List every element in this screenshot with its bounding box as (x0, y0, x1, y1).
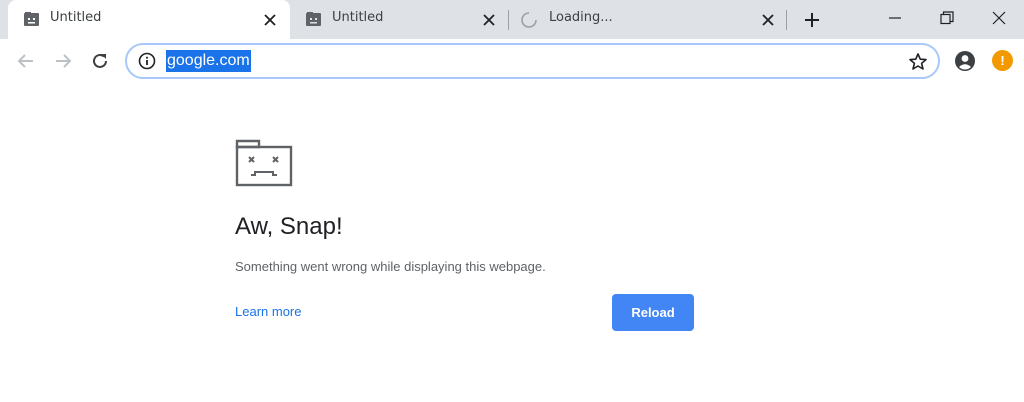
tab-title: Untitled (50, 10, 102, 25)
minimize-button[interactable] (872, 0, 918, 34)
restore-button[interactable] (924, 0, 970, 34)
back-button[interactable] (14, 49, 38, 73)
sad-page-icon (23, 11, 40, 28)
sad-page-icon (305, 11, 322, 28)
url-text[interactable]: google.com (166, 50, 251, 72)
tab-untitled-2[interactable]: Untitled (290, 0, 508, 39)
new-tab-button[interactable] (801, 9, 823, 31)
loading-spinner-icon (520, 11, 537, 28)
toolbar: google.com ! (0, 39, 1024, 83)
address-bar[interactable]: google.com (125, 43, 940, 79)
tab-title: Untitled (332, 10, 384, 25)
close-icon (992, 11, 1006, 25)
update-alert-icon[interactable]: ! (992, 50, 1013, 71)
learn-more-link[interactable]: Learn more (235, 304, 301, 319)
close-icon[interactable] (262, 12, 278, 28)
restore-icon (940, 11, 954, 25)
tab-untitled-1[interactable]: Untitled (8, 0, 290, 39)
error-message: Something went wrong while displaying th… (235, 259, 546, 274)
tab-title: Loading... (549, 10, 613, 25)
tab-loading[interactable]: Loading... (509, 0, 786, 39)
refresh-icon (93, 53, 107, 68)
tab-strip: Untitled Untitled Loading... (0, 0, 1024, 39)
error-title: Aw, Snap! (235, 213, 343, 240)
tab-separator (786, 10, 787, 30)
close-icon[interactable] (760, 12, 776, 28)
minimize-icon (889, 17, 901, 19)
back-arrow-icon (17, 54, 33, 68)
bookmark-star-icon[interactable] (908, 52, 928, 72)
reload-button[interactable]: Reload (612, 294, 694, 331)
close-window-button[interactable] (976, 0, 1022, 34)
profile-avatar-icon[interactable] (953, 49, 977, 73)
forward-arrow-icon (56, 54, 72, 68)
info-icon[interactable] (138, 52, 156, 70)
reload-page-button[interactable] (88, 49, 112, 73)
close-icon[interactable] (481, 12, 497, 28)
sad-tab-icon (235, 137, 293, 189)
forward-button[interactable] (51, 49, 75, 73)
